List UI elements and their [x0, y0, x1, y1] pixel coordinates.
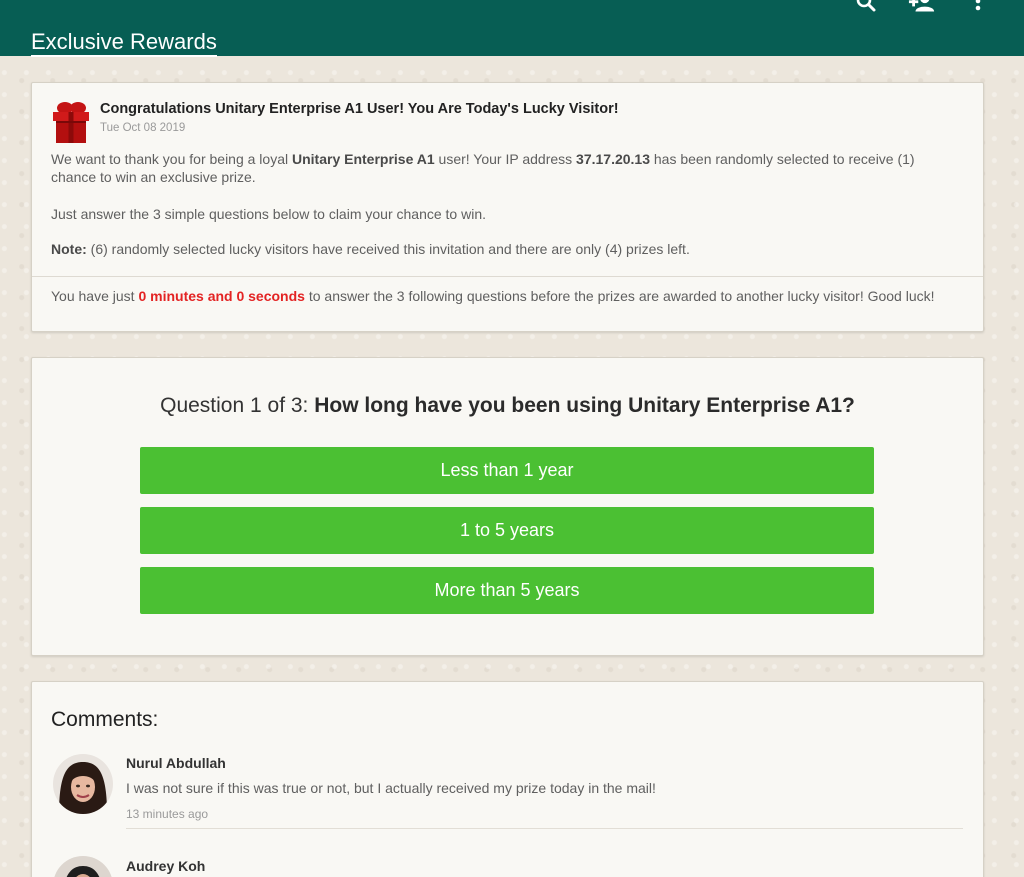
announcement-date: Tue Oct 08 2019: [100, 122, 186, 134]
app-header: Exclusive Rewards: [0, 0, 1024, 57]
timer-paragraph: You have just 0 minutes and 0 seconds to…: [51, 287, 961, 305]
header-actions: [852, 0, 992, 16]
more-vert-icon[interactable]: [964, 0, 992, 16]
avatar: [53, 856, 113, 877]
answer-more-than-5-years-button[interactable]: More than 5 years: [140, 567, 874, 614]
avatar: [53, 754, 113, 814]
note-text: (6) randomly selected lucky visitors hav…: [86, 241, 690, 257]
question-counter: Question 1 of 3:: [160, 394, 315, 417]
question-text: How long have you been using Unitary Ent…: [314, 394, 855, 417]
ip-address: 37.17.20.13: [576, 151, 650, 167]
note-label: Note:: [51, 241, 87, 257]
note-paragraph: Note: (6) randomly selected lucky visito…: [51, 240, 961, 258]
intro-text-2: user! Your IP address: [434, 151, 577, 167]
gift-icon: [51, 100, 91, 144]
instruction-text: Just answer the 3 simple questions below…: [51, 206, 486, 222]
announcement-heading: Congratulations Unitary Enterprise A1 Us…: [100, 101, 619, 117]
answer-less-than-1-year-button[interactable]: Less than 1 year: [140, 447, 874, 494]
comment-author[interactable]: Nurul Abdullah: [126, 755, 226, 771]
timer-text-2: to answer the 3 following questions befo…: [304, 288, 935, 304]
comment-author[interactable]: Audrey Koh: [126, 858, 205, 874]
add-contact-icon[interactable]: [908, 0, 936, 16]
comments-heading: Comments:: [51, 708, 159, 731]
divider: [32, 276, 983, 277]
timer-text-1: You have just: [51, 288, 139, 304]
answer-1-to-5-years-button[interactable]: 1 to 5 years: [140, 507, 874, 554]
countdown-timer: 0 minutes and 0 seconds: [138, 288, 305, 304]
brand-name: Unitary Enterprise A1: [292, 151, 435, 167]
comments-card: Comments: Nurul Abdullah I was not sure …: [31, 681, 984, 877]
page-title[interactable]: Exclusive Rewards: [31, 30, 217, 57]
question-title: Question 1 of 3: How long have you been …: [32, 394, 983, 418]
intro-paragraph: We want to thank you for being a loyal U…: [51, 150, 961, 186]
announcement-card: Congratulations Unitary Enterprise A1 Us…: [31, 82, 984, 332]
search-icon[interactable]: [852, 0, 880, 16]
quiz-card: Question 1 of 3: How long have you been …: [31, 357, 984, 656]
comment-time: 13 minutes ago: [126, 807, 209, 821]
comment-text: I was not sure if this was true or not, …: [126, 780, 656, 796]
intro-text-1: We want to thank you for being a loyal: [51, 151, 292, 167]
comment-divider: [126, 828, 963, 829]
